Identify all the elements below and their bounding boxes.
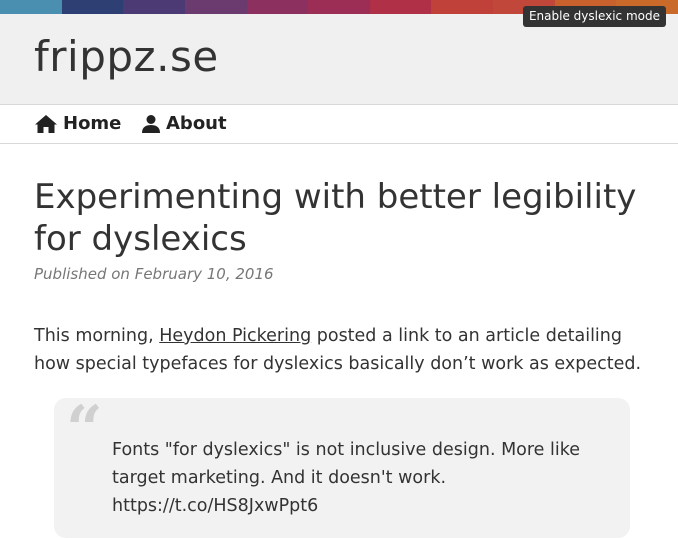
- published-date: Published on February 10, 2016: [34, 265, 274, 283]
- masthead: frippz.se: [0, 14, 678, 105]
- color-bar-segment: [431, 0, 494, 14]
- enable-dyslexic-mode-button[interactable]: Enable dyslexic mode: [522, 6, 666, 27]
- main-nav: Home About: [0, 105, 678, 144]
- color-bar-segment: [246, 0, 309, 14]
- author-link[interactable]: Heydon Pickering: [159, 326, 311, 346]
- color-bar-segment: [369, 0, 432, 14]
- blockquote: “ Fonts "for dyslexics" is not inclusive…: [54, 392, 630, 538]
- user-icon: [142, 114, 160, 133]
- quote-text: Fonts "for dyslexics" is not inclusive d…: [112, 440, 581, 516]
- article-title: Experimenting with better legibility for…: [34, 177, 637, 259]
- site-title[interactable]: frippz.se: [34, 32, 219, 81]
- intro-paragraph: This morning, Heydon Pickering posted a …: [34, 322, 644, 378]
- color-bar-segment: [308, 0, 370, 14]
- nav-item-home[interactable]: Home: [34, 113, 121, 134]
- nav-item-label: Home: [63, 113, 122, 134]
- nav-item-about[interactable]: About: [141, 113, 227, 134]
- color-bar-segment: [184, 0, 247, 14]
- quote-mark-icon: “: [66, 392, 103, 467]
- color-bar-segment: [61, 0, 124, 14]
- nav-item-label: About: [166, 113, 227, 134]
- intro-text-start: This morning,: [34, 326, 160, 346]
- color-bar-segment: [0, 0, 62, 14]
- home-icon: [35, 114, 57, 133]
- color-bar-segment: [123, 0, 185, 14]
